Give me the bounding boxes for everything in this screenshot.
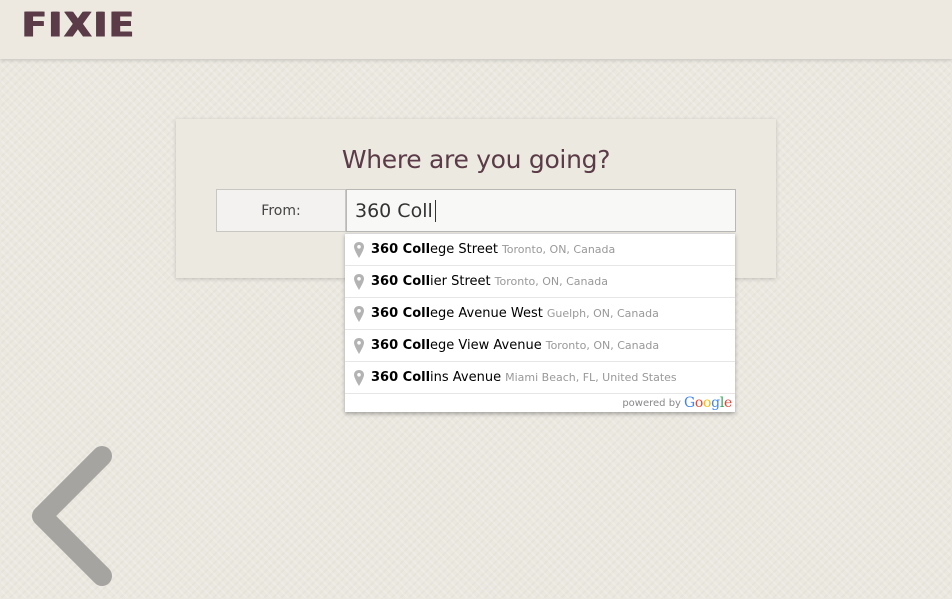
google-letter: o (703, 395, 712, 411)
chevron-left-icon (32, 446, 112, 586)
text-caret (434, 199, 436, 222)
google-logo: Google (684, 395, 732, 411)
suggestion-rest: ege Avenue West (430, 306, 543, 321)
from-input[interactable]: 360 Coll (346, 189, 736, 232)
suggestion-item[interactable]: 360 Coll ier Street Toronto, ON, Canada (345, 266, 735, 298)
suggestion-match: 360 Coll (371, 338, 431, 353)
suggestion-rest: ins Avenue (430, 370, 502, 385)
suggestion-match: 360 Coll (371, 370, 431, 385)
suggestion-rest: ege View Avenue (430, 338, 542, 353)
suggestion-secondary: Miami Beach, FL, United States (505, 371, 677, 384)
suggestion-secondary: Guelph, ON, Canada (546, 307, 659, 320)
map-pin-icon (354, 369, 364, 386)
suggestion-item[interactable]: 360 Coll ege View Avenue Toronto, ON, Cana… (345, 330, 735, 362)
top-bar: FIXIE (0, 0, 952, 59)
back-button[interactable] (28, 444, 118, 589)
map-pin-icon (354, 241, 364, 258)
google-letter: g (711, 395, 720, 411)
card-title: Where are you going? (341, 145, 611, 174)
fixie-logo[interactable]: FIXIE (22, 6, 136, 45)
suggestion-secondary: Toronto, ON, Canada (545, 339, 660, 352)
map-pin-icon (354, 273, 364, 290)
google-letter: G (683, 395, 695, 411)
autocomplete-dropdown: 360 Coll ege Street Toronto, ON, Canada 36… (345, 233, 735, 412)
suggestion-match: 360 Coll (371, 242, 431, 257)
suggestion-match: 360 Coll (371, 274, 431, 289)
suggestion-secondary: Toronto, ON, Canada (501, 243, 616, 256)
powered-by-google: powered by Google (345, 394, 735, 412)
suggestion-item[interactable]: 360 Coll ege Street Toronto, ON, Canada (345, 234, 735, 266)
powered-by-text: powered by (622, 397, 681, 409)
from-label: From: (216, 189, 346, 232)
google-letter: e (724, 395, 732, 411)
suggestion-item[interactable]: 360 Coll ins Avenue Miami Beach, FL, Unite… (345, 362, 735, 394)
suggestion-match: 360 Coll (371, 306, 431, 321)
suggestion-item[interactable]: 360 Coll ege Avenue West Guelph, ON, Canad… (345, 298, 735, 330)
from-input-value: 360 Coll (355, 199, 433, 222)
suggestion-rest: ier Street (430, 274, 491, 289)
map-pin-icon (354, 305, 364, 322)
suggestion-rest: ege Street (430, 242, 498, 257)
map-pin-icon (354, 337, 364, 354)
suggestion-secondary: Toronto, ON, Canada (494, 275, 608, 288)
google-letter: o (694, 395, 703, 411)
